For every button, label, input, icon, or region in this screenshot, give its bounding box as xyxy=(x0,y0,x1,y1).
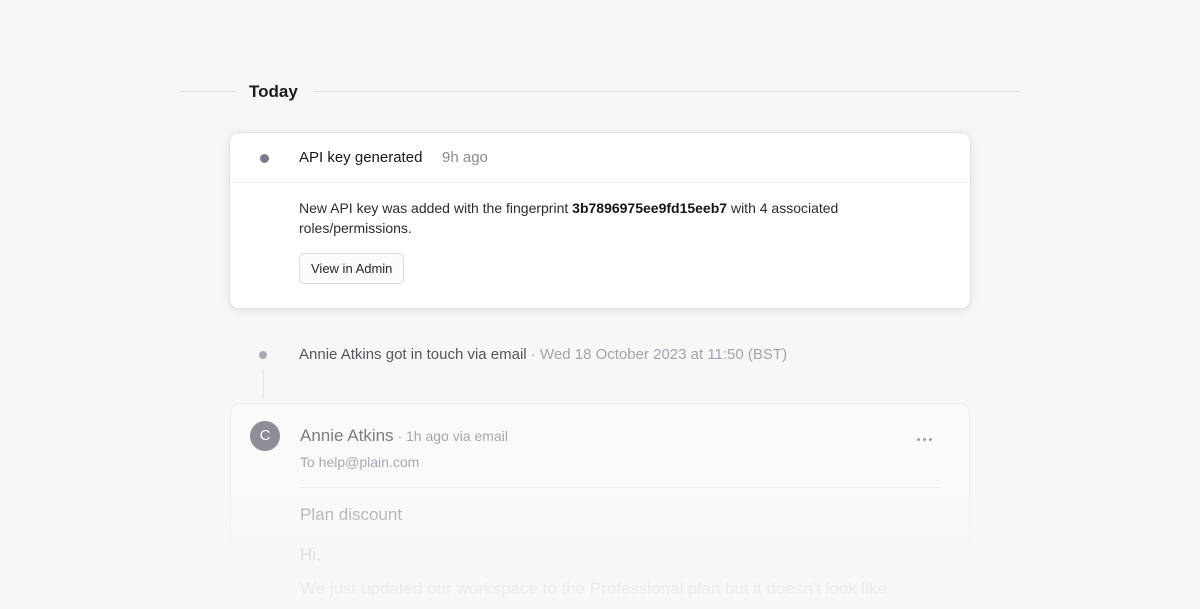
email-recipient: To help@plain.com xyxy=(300,454,420,470)
day-section-header: Today xyxy=(180,80,1020,104)
email-subject: Plan discount xyxy=(300,505,403,524)
event-title: API key generated xyxy=(299,149,423,166)
event-action: got in touch via email xyxy=(381,346,527,363)
view-in-admin-button[interactable]: View in Admin xyxy=(299,253,405,284)
separator: · xyxy=(526,346,540,363)
customer-name[interactable]: Annie Atkins xyxy=(299,346,382,363)
event-timestamp: Wed 18 October 2023 at 11:50 (BST) xyxy=(539,346,788,363)
event-time: 9h ago xyxy=(442,149,488,166)
email-sender: Annie Atkins · 1h ago via email xyxy=(300,426,508,446)
timeline-dot-icon xyxy=(259,351,267,359)
email-greeting: Hi, xyxy=(300,545,321,564)
contact-event: Annie Atkins got in touch via email · We… xyxy=(229,345,971,367)
divider xyxy=(300,487,940,488)
api-key-event-card: API key generated 9h ago New API key was… xyxy=(229,132,971,309)
divider xyxy=(180,91,236,92)
event-header: API key generated 9h ago xyxy=(230,133,970,183)
timeline-view: Today API key generated 9h ago New API k… xyxy=(0,0,1200,609)
divider xyxy=(313,91,1020,92)
avatar: C xyxy=(250,421,280,451)
api-key-fingerprint: 3b7896975ee9fd15eeb7 xyxy=(572,200,728,216)
more-options-icon[interactable] xyxy=(911,426,937,452)
timeline-dot-icon xyxy=(260,154,269,163)
email-message-card: C Annie Atkins · 1h ago via email To hel… xyxy=(230,403,970,609)
event-description: New API key was added with the fingerpri… xyxy=(299,198,919,238)
section-title: Today xyxy=(249,82,298,101)
description-prefix: New API key was added with the fingerpri… xyxy=(299,200,573,216)
contact-event-text: Annie Atkins got in touch via email · We… xyxy=(299,346,787,363)
timeline-connector xyxy=(263,370,264,398)
email-meta: · 1h ago via email xyxy=(393,428,508,444)
sender-name: Annie Atkins xyxy=(300,426,394,445)
email-body-preview: We just updated our workspace to the Pro… xyxy=(300,579,887,598)
